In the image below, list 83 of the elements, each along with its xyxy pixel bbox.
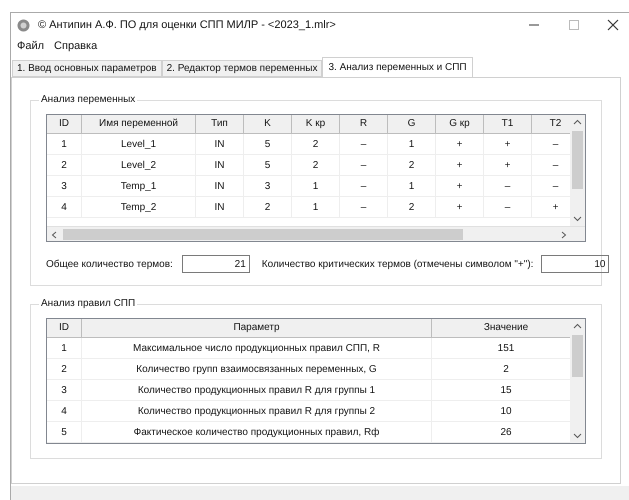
table-cell: +: [436, 176, 484, 196]
window-title: © Антипин А.Ф. ПО для оценки СПП МИЛР - <2023_1.mlr>: [38, 18, 336, 33]
table-cell: Level_2: [82, 155, 196, 175]
column-header[interactable]: G кр: [436, 115, 484, 134]
table-cell: 1: [388, 134, 436, 154]
close-icon[interactable]: [607, 19, 619, 31]
table-cell: 2: [388, 155, 436, 175]
table-cell: Level_1: [82, 134, 196, 154]
table-cell: +: [436, 134, 484, 154]
column-header[interactable]: R: [340, 115, 388, 134]
table-cell: –: [484, 197, 532, 217]
table-cell: 1: [292, 176, 340, 196]
table-cell: Количество групп взаимосвязанных переменных, G: [82, 359, 432, 379]
table-cell: Temp_1: [82, 176, 196, 196]
column-header[interactable]: T1: [484, 115, 532, 134]
table-cell: +: [484, 134, 532, 154]
column-header[interactable]: ID: [47, 319, 82, 338]
table-cell: –: [340, 155, 388, 175]
column-header[interactable]: Имя переменной: [82, 115, 196, 134]
field-label: Количество критических термов (отмечены символом "+"):: [262, 258, 534, 272]
table-cell: 5: [47, 422, 82, 442]
table-cell: 1: [388, 176, 436, 196]
app-icon: [17, 18, 30, 32]
scrollbar-thumb[interactable]: [572, 335, 583, 377]
column-header[interactable]: Тип: [196, 115, 244, 134]
table-cell: 2: [388, 197, 436, 217]
table-cell: IN: [196, 197, 244, 217]
table-cell: Количество продукционных правил R для группы 2: [82, 401, 432, 421]
table-cell: 1: [47, 338, 82, 358]
table-cell: 3: [244, 176, 292, 196]
group-title: Анализ переменных: [39, 94, 138, 106]
table-cell: 3: [47, 380, 82, 400]
scroll-up-icon[interactable]: [573, 119, 582, 125]
table-cell: 5: [244, 134, 292, 154]
table-cell: Фактическое количество продукционных правил, Rф: [82, 422, 432, 442]
vertical-scrollbar[interactable]: [570, 319, 585, 443]
vertical-scrollbar[interactable]: [570, 115, 585, 226]
scroll-up-icon[interactable]: [573, 323, 582, 329]
table-cell: 2: [47, 359, 82, 379]
table-cell: –: [340, 176, 388, 196]
tab[interactable]: 3. Анализ переменных и СПП: [322, 57, 473, 77]
table-cell: 2: [292, 134, 340, 154]
horizontal-scrollbar[interactable]: [47, 226, 585, 241]
table-cell: +: [436, 155, 484, 175]
scroll-right-icon[interactable]: [561, 231, 567, 239]
table-cell: Количество продукционных правил R для группы 1: [82, 380, 432, 400]
table-cell: 1: [292, 197, 340, 217]
table-cell: 5: [244, 155, 292, 175]
table-cell: IN: [196, 176, 244, 196]
tab[interactable]: 2. Редактор термов переменных: [162, 60, 322, 77]
column-header[interactable]: G: [388, 115, 436, 134]
scroll-left-icon[interactable]: [51, 231, 57, 239]
table-cell: IN: [196, 155, 244, 175]
table-cell: IN: [196, 134, 244, 154]
input-field[interactable]: 21: [182, 255, 250, 273]
column-header[interactable]: ID: [47, 115, 82, 134]
scroll-down-icon[interactable]: [573, 216, 582, 222]
table-cell: 3: [47, 176, 82, 196]
table-cell: 4: [47, 197, 82, 217]
tab[interactable]: 1. Ввод основных параметров: [12, 60, 162, 77]
menu-item[interactable]: Справка: [54, 38, 98, 54]
table-cell: Temp_2: [82, 197, 196, 217]
column-header[interactable]: K: [244, 115, 292, 134]
field-label: Общее количество термов:: [46, 258, 173, 272]
table-cell: Максимальное число продукционных правил СПП, R: [82, 338, 432, 358]
menu-item[interactable]: Файл: [17, 38, 44, 54]
table-cell: –: [340, 197, 388, 217]
group-title: Анализ правил СПП: [39, 298, 138, 310]
table-cell: –: [484, 176, 532, 196]
table-cell: 2: [292, 155, 340, 175]
column-header[interactable]: K кр: [292, 115, 340, 134]
table-cell: +: [484, 155, 532, 175]
table-cell: 4: [47, 401, 82, 421]
scroll-down-icon[interactable]: [573, 433, 582, 439]
table-cell: 2: [244, 197, 292, 217]
table-cell: +: [436, 197, 484, 217]
table-cell: 2: [47, 155, 82, 175]
scrollbar-thumb[interactable]: [572, 131, 583, 189]
column-header[interactable]: Параметр: [82, 319, 432, 338]
scrollbar-thumb[interactable]: [63, 229, 463, 240]
table-cell: 1: [47, 134, 82, 154]
table-cell: –: [340, 134, 388, 154]
input-field[interactable]: 10: [541, 255, 610, 273]
